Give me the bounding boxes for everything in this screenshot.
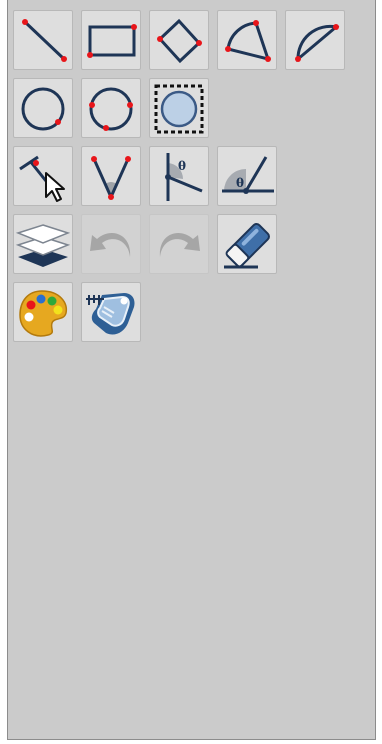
angle-icon (91, 156, 131, 200)
theta-label: θ (236, 176, 244, 190)
redo-tool-button[interactable] (149, 214, 209, 274)
toolbar-panel: θ θ (7, 0, 376, 740)
ruler-tag-icon (86, 293, 135, 335)
rectangle-tool-button[interactable] (81, 10, 141, 70)
theta-label: θ (178, 159, 186, 173)
rectangle-icon (87, 24, 137, 58)
angle-tool-button[interactable] (81, 146, 141, 206)
circle-three-points-icon (89, 87, 133, 131)
angle-given-size-tool-button[interactable]: θ (217, 146, 277, 206)
polygon-icon (157, 18, 202, 64)
redo-icon (159, 233, 200, 257)
circle-center-point-icon (21, 87, 65, 131)
ruler-settings-tool-button[interactable] (81, 282, 141, 342)
color-palette-tool-button[interactable] (13, 282, 73, 342)
polygon-tool-button[interactable] (149, 10, 209, 70)
sector-icon (225, 20, 271, 62)
circle-three-points-tool-button[interactable] (81, 78, 141, 138)
angle-measure-tool-button[interactable]: θ (149, 146, 209, 206)
undo-tool-button[interactable] (81, 214, 141, 274)
arc-icon (295, 24, 340, 63)
segment-icon (22, 19, 67, 62)
circle-dashed-square-icon (154, 84, 204, 134)
perpendicular-select-tool-button[interactable] (13, 146, 73, 206)
arc-tool-button[interactable] (285, 10, 345, 70)
angle-theta-icon: θ (165, 153, 203, 201)
segment-tool-button[interactable] (13, 10, 73, 70)
circle-in-square-tool-button[interactable] (149, 78, 209, 138)
angle-given-size-icon: θ (222, 156, 274, 194)
layers-tool-button[interactable] (13, 214, 73, 274)
circle-center-tool-button[interactable] (13, 78, 73, 138)
undo-icon (90, 233, 131, 257)
sector-tool-button[interactable] (217, 10, 277, 70)
line-with-cursor-icon (19, 155, 65, 202)
eraser-icon (224, 223, 270, 269)
layers-icon (15, 224, 71, 267)
eraser-tool-button[interactable] (217, 214, 277, 274)
color-palette-icon (19, 290, 68, 337)
